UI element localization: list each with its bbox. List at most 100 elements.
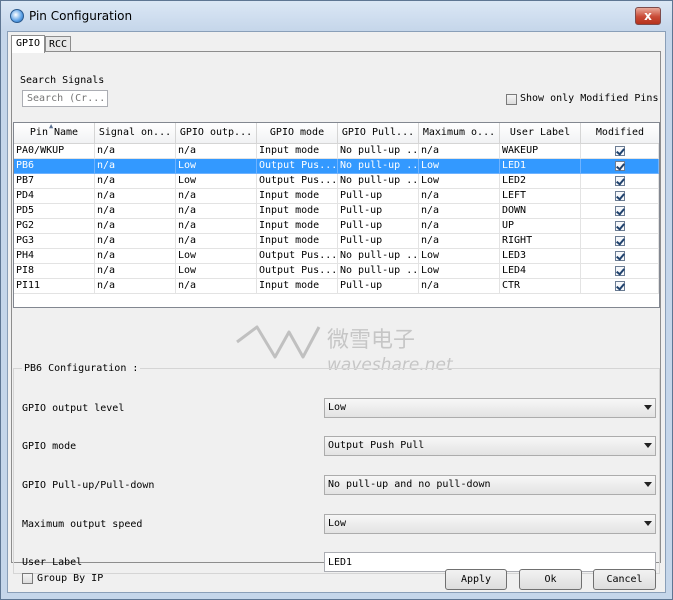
signal-cell: n/a [95, 144, 176, 159]
user-label-cell: WAKEUP [500, 144, 581, 159]
user-label-cell: LED1 [500, 159, 581, 174]
pin-config-group: PB6 Configuration : GPIO output level Lo… [13, 363, 660, 574]
gpio-mode-cell: Input mode [257, 279, 338, 294]
max-output-speed-select[interactable]: Low [324, 514, 656, 534]
gpio-mode-label: GPIO mode [22, 441, 77, 452]
signal-cell: n/a [95, 204, 176, 219]
modified-cell [581, 159, 659, 174]
title-bar[interactable]: Pin Configuration x [1, 1, 672, 31]
show-modified-checkbox[interactable] [506, 94, 517, 105]
group-by-ip-label: Group By IP [37, 573, 104, 584]
close-button[interactable]: x [635, 7, 661, 25]
gpio-pull-cell: No pull-up ... [338, 264, 419, 279]
pin-name-cell: PB6 [14, 159, 95, 174]
table-row[interactable]: PB6 n/a Low Output Pus... No pull-up ... Low L… [14, 159, 659, 174]
modified-checkbox[interactable] [614, 191, 625, 201]
max-output-cell: Low [419, 159, 500, 174]
pull-up-down-label: GPIO Pull-up/Pull-down [22, 480, 155, 491]
pin-name-cell: PB7 [14, 174, 95, 189]
user-label-cell: DOWN [500, 204, 581, 219]
column-header-gpio-pull[interactable]: GPIO Pull... [338, 123, 419, 143]
output-level-label: GPIO output level [22, 403, 125, 414]
modified-cell [581, 264, 659, 279]
table-row[interactable]: PB7 n/a Low Output Pus... No pull-up ... Low L… [14, 174, 659, 189]
search-signals-label: Search Signals [20, 75, 105, 86]
window-title: Pin Configuration [29, 9, 133, 23]
apply-button[interactable]: Apply [445, 569, 507, 590]
gpio-output-cell: n/a [176, 189, 257, 204]
output-level-value: Low [328, 402, 347, 413]
modified-checkbox[interactable] [614, 176, 625, 186]
modified-cell [581, 189, 659, 204]
modified-checkbox[interactable] [614, 251, 625, 261]
table-row[interactable]: PG3 n/a n/a Input mode Pull-up n/a RIGHT [14, 234, 659, 249]
gpio-output-cell: Low [176, 249, 257, 264]
gpio-mode-cell: Input mode [257, 219, 338, 234]
table-row[interactable]: PD5 n/a n/a Input mode Pull-up n/a DOWN [14, 204, 659, 219]
cancel-button[interactable]: Cancel [593, 569, 656, 590]
search-signals-input[interactable] [22, 90, 108, 107]
modified-checkbox[interactable] [614, 206, 625, 216]
signal-cell: n/a [95, 174, 176, 189]
gpio-pull-cell: No pull-up ... [338, 144, 419, 159]
column-header-signal[interactable]: Signal on... [95, 123, 176, 143]
user-label-cell: RIGHT [500, 234, 581, 249]
group-by-ip-checkbox[interactable] [22, 573, 33, 584]
pin-name-cell: PH4 [14, 249, 95, 264]
column-header-gpio-mode[interactable]: GPIO mode [257, 123, 338, 143]
pull-up-down-select[interactable]: No pull-up and no pull-down [324, 475, 656, 495]
gpio-pull-cell: Pull-up [338, 204, 419, 219]
watermark-logo-icon [236, 325, 321, 359]
output-level-select[interactable]: Low [324, 398, 656, 418]
gpio-output-cell: Low [176, 264, 257, 279]
column-header-max-output[interactable]: Maximum o... [419, 123, 500, 143]
modified-cell [581, 174, 659, 189]
max-output-cell: Low [419, 174, 500, 189]
modified-cell [581, 234, 659, 249]
max-output-cell: n/a [419, 204, 500, 219]
dialog-client: GPIO RCC Search Signals Show only Modifi… [7, 31, 666, 593]
modified-checkbox[interactable] [614, 161, 625, 171]
pin-name-cell: PD4 [14, 189, 95, 204]
gpio-pull-cell: Pull-up [338, 189, 419, 204]
user-label-cell: LED3 [500, 249, 581, 264]
modified-cell [581, 219, 659, 234]
column-header-gpio-output[interactable]: GPIO outp... [176, 123, 257, 143]
table-row[interactable]: PI11 n/a n/a Input mode Pull-up n/a CTR [14, 279, 659, 294]
gpio-pull-cell: Pull-up [338, 279, 419, 294]
show-modified-label: Show only Modified Pins [520, 93, 659, 104]
column-header-pin-name[interactable]: ▲ Pin Name [14, 123, 95, 143]
modified-checkbox[interactable] [614, 281, 625, 291]
max-output-speed-label: Maximum output speed [22, 519, 143, 530]
column-header-modified[interactable]: Modified [581, 123, 659, 143]
table-row[interactable]: PI8 n/a Low Output Pus... No pull-up ... Low L… [14, 264, 659, 279]
tab-gpio[interactable]: GPIO [11, 35, 45, 53]
ok-button[interactable]: Ok [519, 569, 582, 590]
table-row[interactable]: PG2 n/a n/a Input mode Pull-up n/a UP [14, 219, 659, 234]
signal-cell: n/a [95, 159, 176, 174]
modified-checkbox[interactable] [614, 266, 625, 276]
table-row[interactable]: PD4 n/a n/a Input mode Pull-up n/a LEFT [14, 189, 659, 204]
modified-checkbox[interactable] [614, 146, 625, 156]
tab-rcc[interactable]: RCC [45, 36, 71, 52]
app-icon [10, 9, 24, 23]
signal-cell: n/a [95, 264, 176, 279]
config-group-title: PB6 Configuration : [22, 363, 141, 374]
gpio-output-cell: Low [176, 159, 257, 174]
table-row[interactable]: PA0/WKUP n/a n/a Input mode No pull-up ... n/… [14, 144, 659, 159]
gpio-output-cell: Low [176, 174, 257, 189]
signal-cell: n/a [95, 249, 176, 264]
signal-cell: n/a [95, 189, 176, 204]
modified-checkbox[interactable] [614, 221, 625, 231]
modified-checkbox[interactable] [614, 236, 625, 246]
watermark-brand-cn: 微雪电子 [327, 328, 415, 353]
user-label-cell: LEFT [500, 189, 581, 204]
table-row[interactable]: PH4 n/a Low Output Pus... No pull-up ... Low L… [14, 249, 659, 264]
gpio-output-cell: n/a [176, 144, 257, 159]
column-header-user-label[interactable]: User Label [500, 123, 581, 143]
user-label-cell: UP [500, 219, 581, 234]
max-output-cell: n/a [419, 219, 500, 234]
gpio-pull-cell: Pull-up [338, 234, 419, 249]
modified-cell [581, 279, 659, 294]
gpio-mode-select[interactable]: Output Push Pull [324, 436, 656, 456]
